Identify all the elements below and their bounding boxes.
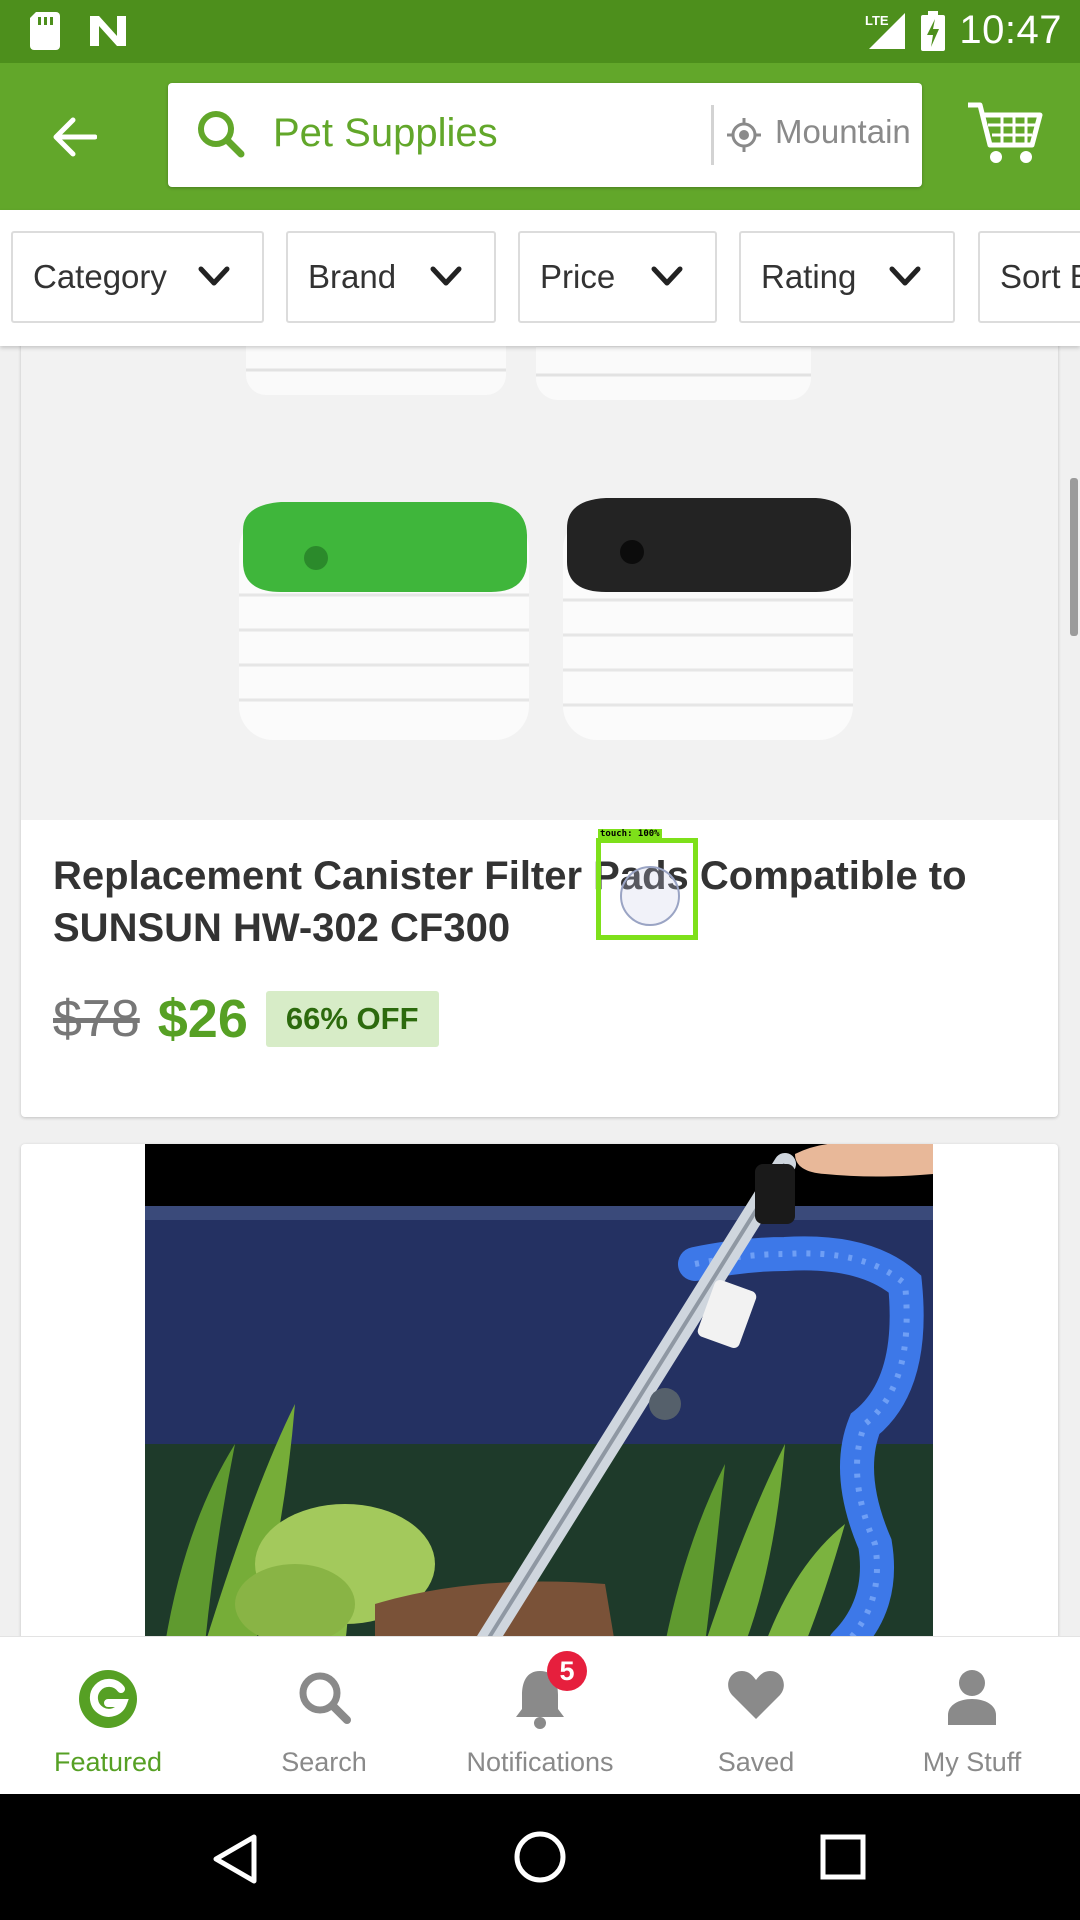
touch-indicator-label: touch: 100% <box>598 829 662 839</box>
filter-brand[interactable]: Brand <box>286 231 496 323</box>
system-navigation-bar <box>0 1794 1080 1920</box>
status-bar: LTE 10:47 <box>0 0 1080 63</box>
filter-label: Price <box>540 258 616 295</box>
back-triangle-icon[interactable] <box>212 1834 258 1884</box>
search-divider <box>711 105 714 165</box>
battery-charging-icon <box>921 10 946 51</box>
app-bar: Pet Supplies Mountain <box>0 63 1080 210</box>
nav-label: Saved <box>717 1747 795 1777</box>
chevron-down-icon <box>430 266 462 286</box>
original-price: $78 <box>53 990 140 1048</box>
cart-button[interactable] <box>966 99 1046 169</box>
home-circle-icon[interactable] <box>513 1830 567 1884</box>
svg-text:LTE: LTE <box>865 13 889 28</box>
nav-label: Search <box>281 1747 367 1777</box>
chevron-down-icon <box>651 266 683 286</box>
search-bar[interactable]: Pet Supplies Mountain <box>168 83 922 187</box>
filter-price[interactable]: Price <box>518 231 717 323</box>
nav-label: My Stuff <box>922 1747 1022 1777</box>
nav-label: Notifications <box>466 1747 614 1777</box>
product-title[interactable]: Replacement Canister Filter Pads Compati… <box>53 850 1023 954</box>
cart-icon <box>968 102 1043 163</box>
product-card[interactable] <box>21 1144 1058 1644</box>
filter-rating[interactable]: Rating <box>739 231 955 323</box>
bottom-navigation: Featured Search Notifications Saved My S… <box>0 1636 1080 1795</box>
price-row: $78 $26 66% OFF <box>53 988 439 1050</box>
back-button[interactable] <box>38 101 110 173</box>
nav-featured[interactable]: Featured <box>0 1637 216 1795</box>
filter-label: Sort B <box>1000 258 1080 295</box>
scrollbar-thumb[interactable] <box>1070 478 1078 636</box>
filter-label: Brand <box>308 258 397 295</box>
nav-search[interactable]: Search <box>216 1637 432 1795</box>
nav-notifications[interactable]: Notifications <box>432 1637 648 1795</box>
sale-price: $26 <box>157 989 248 1049</box>
person-icon <box>948 1670 996 1725</box>
notification-count-badge: 5 <box>547 1651 587 1691</box>
aquarium-vacuum-image[interactable] <box>145 1144 933 1644</box>
filter-bar: Category Brand Price Rating Sort B <box>0 210 1080 346</box>
filter-pads-image <box>21 300 1058 820</box>
search-icon <box>198 111 245 158</box>
chevron-down-icon <box>889 266 921 286</box>
nav-saved[interactable]: Saved <box>648 1637 864 1795</box>
search-icon <box>299 1672 351 1724</box>
product-image[interactable] <box>21 300 1058 820</box>
arrow-left-icon <box>53 117 97 157</box>
recents-square-icon[interactable] <box>820 1834 866 1880</box>
chevron-down-icon <box>198 266 230 286</box>
discount-badge: 66% OFF <box>265 991 439 1047</box>
product-card[interactable]: Replacement Canister Filter Pads Compati… <box>21 300 1058 1117</box>
signal-icon: LTE <box>865 12 906 49</box>
filter-sort[interactable]: Sort B <box>978 231 1080 323</box>
filter-category[interactable]: Category <box>11 231 264 323</box>
location-field[interactable]: Mountain <box>775 113 911 151</box>
sd-card-icon <box>30 12 60 50</box>
location-icon <box>727 118 761 152</box>
heart-icon <box>728 1671 784 1719</box>
filter-label: Category <box>33 258 167 295</box>
clock: 10:47 <box>959 8 1062 52</box>
touch-ripple <box>620 866 680 926</box>
search-query[interactable]: Pet Supplies <box>273 111 498 156</box>
groupon-g-icon <box>79 1670 137 1728</box>
n-notification-icon <box>90 16 126 46</box>
nav-label: Featured <box>53 1747 163 1777</box>
filter-label: Rating <box>761 258 857 295</box>
nav-my-stuff[interactable]: My Stuff <box>864 1637 1080 1795</box>
